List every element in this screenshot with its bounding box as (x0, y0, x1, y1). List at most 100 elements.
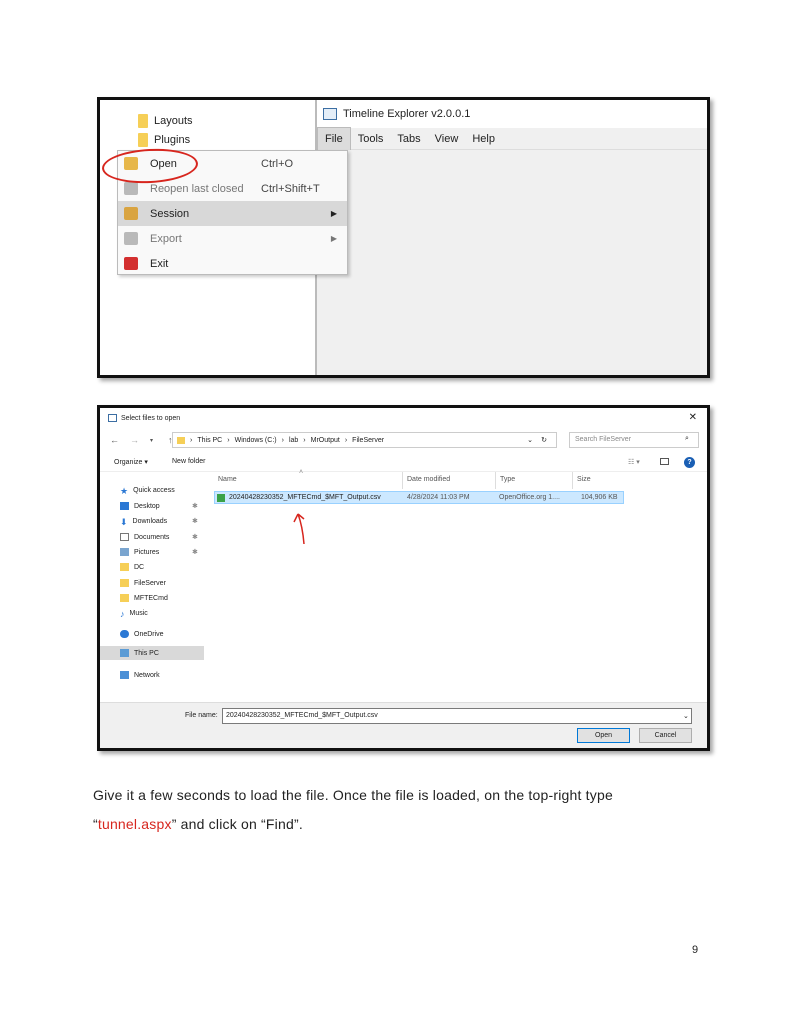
folder-icon (138, 114, 148, 128)
file-size: 104,906 KB (581, 494, 618, 501)
file-list: ˄ Name Date modified Type Size 202404282… (204, 469, 707, 702)
chevron-down-icon[interactable]: ▾ (150, 437, 158, 444)
star-icon: ★ (120, 486, 129, 496)
column-header-type[interactable]: Type (500, 476, 515, 483)
menu-item-shortcut: Ctrl+O (261, 157, 294, 170)
menu-item-export[interactable]: Export ▶ (118, 226, 347, 251)
column-header-name[interactable]: Name (218, 476, 237, 483)
menu-help[interactable]: Help (465, 128, 502, 150)
pin-icon: ✱ (192, 534, 198, 541)
preview-pane-icon[interactable] (660, 458, 669, 465)
pin-icon: ✱ (192, 503, 198, 510)
nav-music[interactable]: ♪ Music (120, 607, 148, 619)
file-name-field[interactable]: 20240428230352_MFTECmd_$MFT_Output.csv (222, 708, 692, 724)
breadcrumb-separator: › (344, 436, 348, 444)
nav-this-pc[interactable]: This PC (100, 646, 204, 660)
search-icon: ⌕ (685, 435, 689, 442)
folder-icon (177, 436, 185, 444)
cancel-button[interactable]: Cancel (639, 728, 692, 743)
nav-label: Downloads (132, 517, 168, 525)
open-button[interactable]: Open (577, 728, 630, 743)
nav-pictures[interactable]: Pictures ✱ (120, 546, 198, 558)
dialog-toolbar: Organize ▾ New folder ☷ ▾ ? (100, 454, 707, 472)
column-header-size[interactable]: Size (577, 476, 591, 483)
search-input[interactable]: Search FileServer (569, 432, 699, 448)
nav-network[interactable]: Network (120, 669, 160, 681)
forward-arrow-icon[interactable]: → (130, 435, 140, 445)
nav-label: This PC (134, 649, 159, 657)
breadcrumb-mroutput[interactable]: MrOutput (311, 437, 340, 444)
nav-quick-access[interactable]: ★ Quick access (120, 484, 175, 496)
tree-item-plugins[interactable]: Plugins (138, 133, 190, 147)
app-icon (108, 414, 117, 422)
breadcrumb-separator: › (190, 436, 193, 444)
file-date: 4/28/2024 11:03 PM (407, 494, 470, 501)
address-row: ← → ▾ ↑ › This PC › Windows (C:) › lab ›… (100, 432, 707, 448)
help-icon[interactable]: ? (684, 457, 695, 468)
breadcrumb-lab[interactable]: lab (289, 437, 298, 444)
pictures-icon (120, 548, 129, 556)
sort-ascending-icon: ˄ (299, 469, 304, 476)
file-name: 20240428230352_MFTECmd_$MFT_Output.csv (229, 494, 381, 501)
menu-item-exit[interactable]: Exit (118, 251, 347, 276)
file-type: OpenOffice.org 1.... (499, 494, 560, 501)
pin-icon: ✱ (192, 518, 198, 525)
breadcrumb-separator: › (281, 436, 284, 444)
timeline-explorer-window: Timeline Explorer v2.0.0.1 File Tools Ta… (315, 100, 707, 375)
folder-icon (120, 579, 129, 587)
nav-onedrive[interactable]: OneDrive (120, 628, 164, 640)
close-icon[interactable]: ✕ (689, 412, 697, 423)
refresh-icon[interactable]: ↻ (541, 436, 547, 444)
tree-item-layouts[interactable]: Layouts (138, 114, 193, 128)
open-file-dialog-screenshot: Select files to open ✕ ← → ▾ ↑ › This PC… (97, 405, 710, 751)
folder-icon (120, 563, 129, 571)
chevron-down-icon[interactable]: ⌄ (527, 436, 533, 444)
back-arrow-icon[interactable]: ← (110, 435, 120, 445)
cloud-icon (120, 630, 129, 638)
breadcrumb-windows-c[interactable]: Windows (C:) (235, 437, 277, 444)
chevron-down-icon[interactable]: ⌄ (683, 712, 689, 720)
nav-mftecmd[interactable]: MFTECmd (120, 592, 168, 604)
column-divider (495, 472, 496, 489)
breadcrumb[interactable]: › This PC › Windows (C:) › lab › MrOutpu… (172, 432, 557, 448)
dialog-title-bar: Select files to open ✕ (100, 408, 707, 428)
music-icon: ♪ (120, 609, 125, 619)
navigation-pane: ★ Quick access Desktop ✱ ⬇ Downloads ✱ D… (100, 472, 204, 702)
file-row-selected[interactable]: 20240428230352_MFTECmd_$MFT_Output.csv 4… (214, 491, 624, 504)
caption-line-1: Give it a few seconds to load the file. … (93, 787, 613, 803)
app-body (317, 150, 707, 375)
caption-highlight: tunnel.aspx (97, 816, 172, 832)
pin-icon: ✱ (192, 549, 198, 556)
menu-item-label: Exit (150, 257, 169, 270)
nav-label: Quick access (133, 486, 175, 494)
nav-documents[interactable]: Documents ✱ (120, 531, 198, 543)
desktop-icon (120, 502, 129, 510)
organize-button[interactable]: Organize ▾ (114, 458, 148, 466)
caption-line-2: ” and click on “Find”. (171, 816, 303, 832)
folder-icon (138, 133, 148, 147)
view-options-icon[interactable]: ☷ ▾ (628, 458, 640, 466)
new-folder-button[interactable]: New folder (172, 458, 205, 465)
menu-tools[interactable]: Tools (351, 128, 391, 150)
tree-item-label: Layouts (154, 115, 193, 127)
download-icon: ⬇ (120, 517, 128, 527)
menu-tabs[interactable]: Tabs (390, 128, 427, 150)
instruction-text: Give it a few seconds to load the file. … (93, 781, 713, 839)
nav-desktop[interactable]: Desktop ✱ (120, 500, 198, 512)
nav-dc[interactable]: DC (120, 561, 144, 573)
app-icon (323, 108, 337, 120)
nav-label: Music (129, 609, 148, 617)
column-header-date[interactable]: Date modified (407, 476, 450, 483)
menu-item-session[interactable]: Session ▶ (118, 201, 347, 226)
nav-fileserver[interactable]: FileServer (120, 577, 166, 589)
breadcrumb-this-pc[interactable]: This PC (197, 437, 222, 444)
breadcrumb-fileserver[interactable]: FileServer (352, 437, 384, 444)
column-divider (572, 472, 573, 489)
menu-bar: File Tools Tabs View Help (317, 126, 707, 151)
dialog-title: Select files to open (121, 414, 181, 422)
nav-downloads[interactable]: ⬇ Downloads ✱ (120, 515, 198, 527)
menu-view[interactable]: View (428, 128, 466, 150)
menu-file[interactable]: File (317, 126, 351, 151)
nav-label: Desktop (134, 502, 160, 510)
document-icon (120, 533, 129, 541)
